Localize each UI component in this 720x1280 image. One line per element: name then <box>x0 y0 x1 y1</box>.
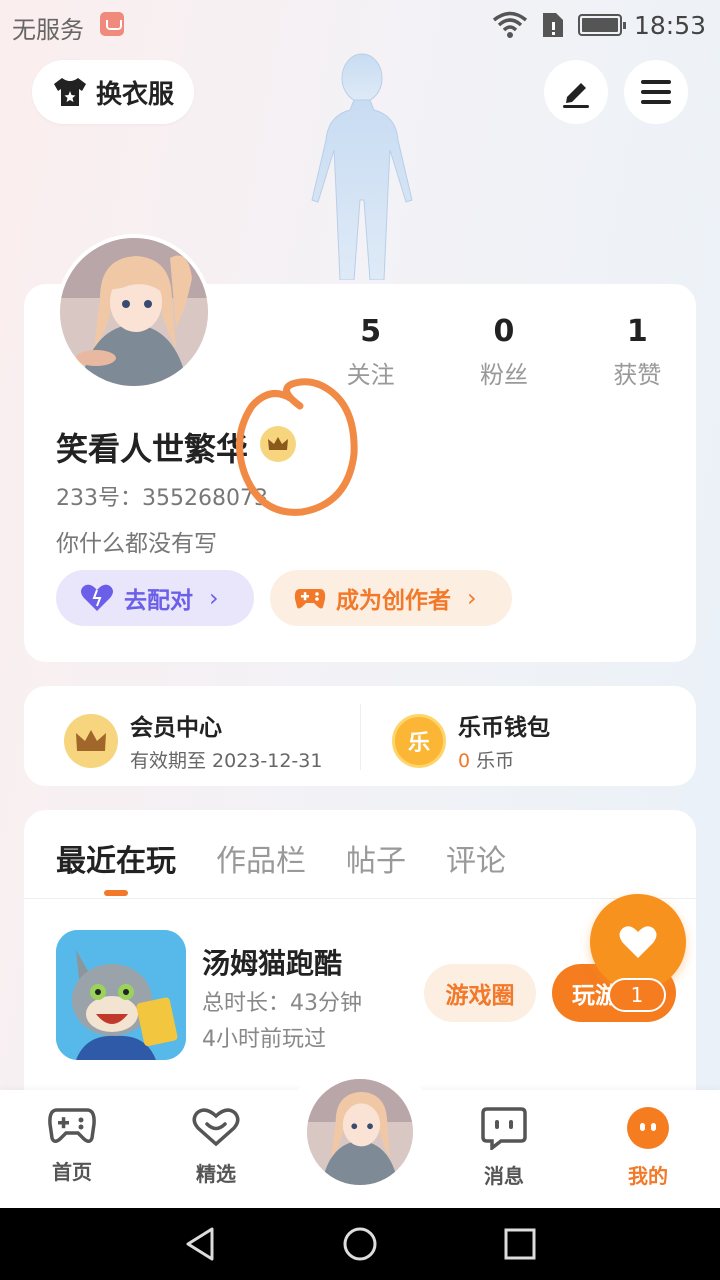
change-outfit-label: 换衣服 <box>96 79 175 110</box>
like-count-badge: 1 <box>608 978 666 1012</box>
fans-stat[interactable]: 0 粉丝 <box>437 314 570 390</box>
carrier-label: 无服务 <box>12 16 84 44</box>
member-expiry: 有效期至 2023-12-31 <box>130 750 323 772</box>
tab-works[interactable]: 作品栏 <box>216 836 306 880</box>
coin-amount: 0 <box>458 750 471 772</box>
change-outfit-button[interactable]: 换衣服 <box>32 60 194 124</box>
game-meta: 总时长：43分钟 4小时前玩过 <box>202 986 362 1058</box>
shirt-icon <box>54 78 86 106</box>
membership-card: 会员中心 有效期至 2023-12-31 乐 乐币钱包 0 乐币 <box>24 686 696 786</box>
chevron-right-icon: › <box>467 584 477 612</box>
sim-icon <box>542 13 563 37</box>
game-title: 汤姆猫跑酷 <box>202 947 343 980</box>
last-played: 4小时前玩过 <box>202 1027 326 1052</box>
like-fab-button[interactable] <box>590 894 686 990</box>
chevron-right-icon: › <box>209 584 219 612</box>
become-creator-label: 成为创作者 <box>336 588 451 614</box>
recents-icon[interactable] <box>502 1226 538 1262</box>
system-navigation-bar <box>0 1208 720 1280</box>
shopping-bag-icon <box>100 12 124 36</box>
member-center-title: 会员中心 <box>130 715 222 741</box>
tab-recently-played[interactable]: 最近在玩 <box>56 836 176 880</box>
nav-me-label: 我的 <box>628 1164 668 1188</box>
nav-home[interactable]: 首页 <box>24 1106 120 1185</box>
nav-messages-label: 消息 <box>484 1164 524 1188</box>
battery-icon <box>577 14 626 36</box>
member-center[interactable]: 会员中心 有效期至 2023-12-31 <box>64 708 322 773</box>
status-bar: 无服务 18:53 <box>0 0 720 50</box>
gamepad-icon <box>294 589 326 609</box>
coin-wallet-title: 乐币钱包 <box>458 715 550 741</box>
pen-icon <box>563 83 589 108</box>
wifi-icon <box>492 11 528 38</box>
fans-count: 0 <box>493 314 515 349</box>
fans-label: 粉丝 <box>479 361 528 389</box>
nav-avatar-button[interactable] <box>304 1076 416 1188</box>
tab-comments[interactable]: 评论 <box>446 836 506 880</box>
home-icon[interactable] <box>342 1226 378 1262</box>
anime-avatar-image <box>60 238 208 386</box>
match-label: 去配对 <box>124 588 193 614</box>
active-tab-indicator <box>104 890 128 896</box>
game-icon[interactable] <box>56 930 186 1060</box>
menu-button[interactable] <box>624 60 688 124</box>
gamepad-icon <box>48 1108 96 1143</box>
nav-featured-label: 精选 <box>196 1162 236 1186</box>
following-count: 5 <box>360 314 382 349</box>
match-button[interactable]: 去配对 › <box>56 570 254 626</box>
game-circle-button[interactable]: 游戏圈 <box>424 964 536 1022</box>
recent-game-item[interactable]: 汤姆猫跑酷 总时长：43分钟 4小时前玩过 游戏圈 玩游戏 <box>56 930 676 1060</box>
tabs-divider <box>24 898 696 899</box>
nav-featured[interactable]: 精选 <box>168 1106 264 1187</box>
coin-balance: 0 乐币 <box>458 746 550 773</box>
anime-avatar-image <box>307 1079 413 1185</box>
nav-messages[interactable]: 消息 <box>456 1106 552 1189</box>
avatar-figure[interactable] <box>300 50 424 280</box>
talking-tom-icon <box>56 930 186 1060</box>
edit-profile-button[interactable] <box>544 60 608 124</box>
crown-icon <box>64 713 118 768</box>
likes-stat[interactable]: 1 获赞 <box>571 314 704 390</box>
activity-tabs: 最近在玩 作品栏 帖子 评论 <box>56 836 506 880</box>
play-duration: 总时长：43分钟 <box>202 991 362 1016</box>
heart-chat-icon <box>192 1108 240 1147</box>
profile-avatar[interactable] <box>56 234 212 390</box>
divider <box>360 704 361 770</box>
tab-posts[interactable]: 帖子 <box>346 836 406 880</box>
coin-wallet[interactable]: 乐 乐币钱包 0 乐币 <box>392 708 550 773</box>
profile-face-icon <box>627 1107 669 1149</box>
clock: 18:53 <box>633 10 706 40</box>
annotation-circle <box>236 378 358 516</box>
username: 笑看人世繁华 <box>56 430 249 468</box>
back-icon[interactable] <box>182 1226 218 1262</box>
coin-icon: 乐 <box>392 713 446 768</box>
likes-label: 获赞 <box>613 361 662 389</box>
nav-me[interactable]: 我的 <box>600 1106 696 1189</box>
heart-icon <box>81 584 113 611</box>
heart-icon <box>619 926 657 958</box>
chat-icon <box>481 1107 527 1152</box>
nav-home-label: 首页 <box>52 1160 92 1184</box>
bio[interactable]: 你什么都没有写 <box>56 524 217 558</box>
likes-count: 1 <box>626 314 648 349</box>
coin-glyph: 乐 <box>407 730 430 756</box>
coin-unit: 乐币 <box>470 750 515 772</box>
hamburger-icon <box>641 80 671 104</box>
become-creator-button[interactable]: 成为创作者 › <box>270 570 512 626</box>
